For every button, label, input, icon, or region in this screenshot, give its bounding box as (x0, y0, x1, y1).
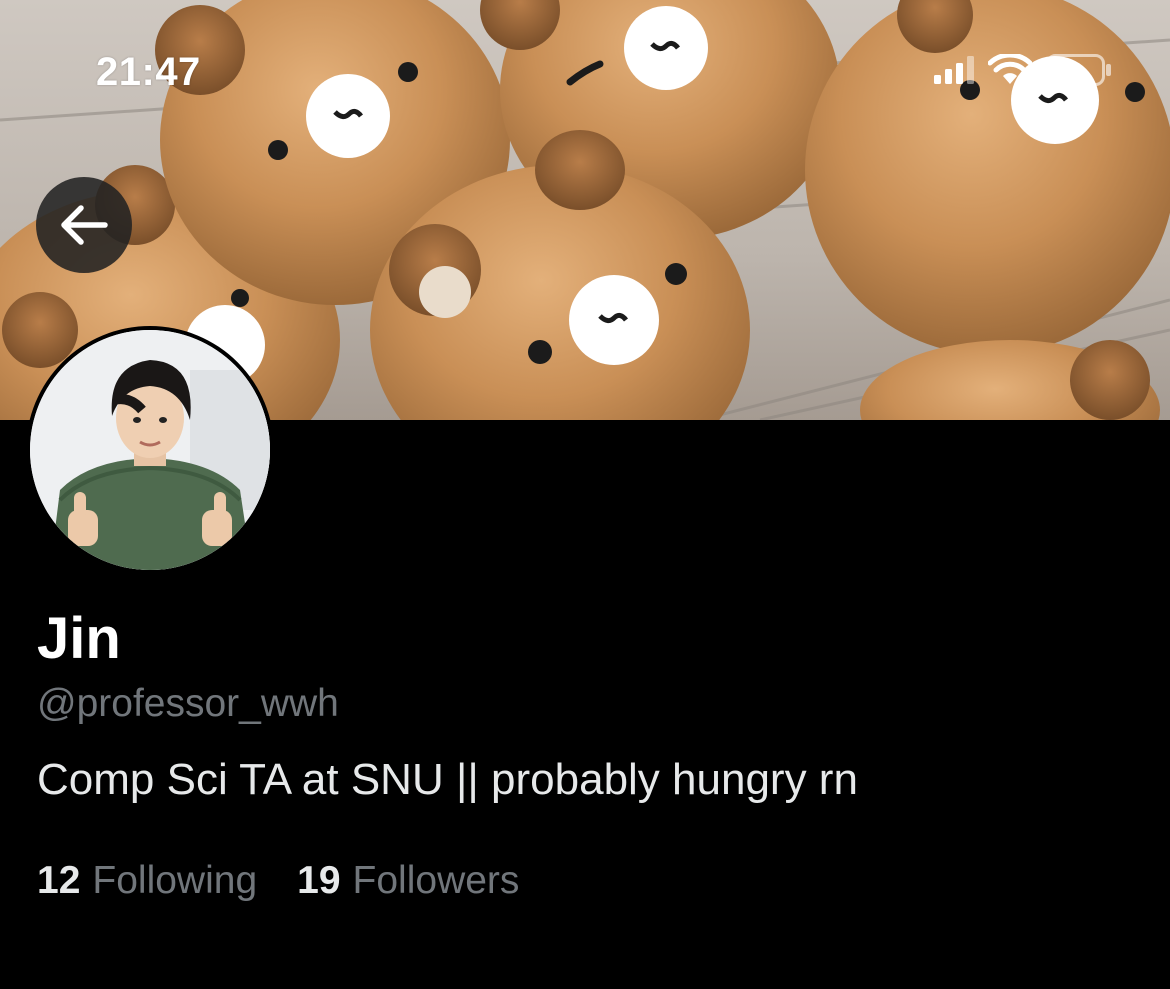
arrow-left-icon (61, 205, 108, 245)
wifi-icon (988, 54, 1032, 84)
cellular-signal-icon (934, 56, 974, 84)
followers-count: 19 (297, 859, 341, 902)
follow-stats: 12 Following 19 Followers (37, 859, 559, 903)
status-time: 21:47 (96, 50, 201, 94)
battery-icon (1046, 54, 1111, 86)
user-handle: @professor_wwh (37, 682, 339, 725)
following-link[interactable]: 12 Following (37, 859, 258, 903)
followers-link[interactable]: 19 Followers (297, 859, 520, 903)
followers-label: Followers (352, 859, 520, 902)
status-icons (934, 54, 1112, 86)
back-button[interactable] (36, 177, 132, 273)
profile-bio: Comp Sci TA at SNU || probably hungry rn (37, 755, 858, 804)
following-count: 12 (37, 859, 81, 902)
following-label: Following (92, 859, 258, 902)
display-name: Jin (37, 606, 121, 671)
avatar-image (30, 330, 270, 570)
profile-avatar[interactable] (26, 326, 274, 574)
